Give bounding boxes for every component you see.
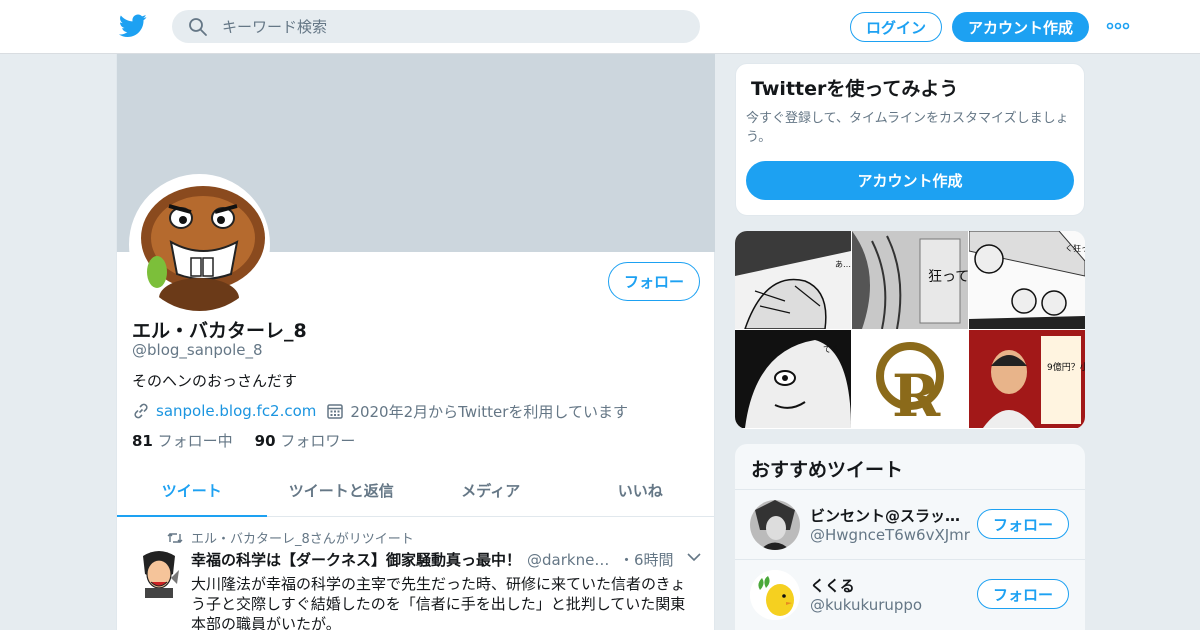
recommended-account[interactable]: ビンセント@スラッ… @HwgnceT6w6vXJmr フォロー <box>735 489 1085 558</box>
search-input[interactable] <box>222 10 682 43</box>
avatar-image <box>750 570 800 620</box>
link-icon <box>134 403 148 419</box>
top-navigation-bar: ログイン アカウント作成 <box>0 0 1200 54</box>
media-thumbnail[interactable]: R <box>852 330 968 428</box>
manga-caption: く狂ってる <box>1065 243 1085 253</box>
avatar-mascot-illustration <box>133 178 266 311</box>
profile-handle: @blog_sanpole_8 <box>132 341 263 359</box>
chevron-down-icon[interactable] <box>687 552 701 562</box>
retweet-indicator: エル・バカターレ_8さんがリツイート <box>167 528 414 547</box>
manga-panel-image: く狂ってる <box>969 231 1085 329</box>
tab-media[interactable]: メディア <box>416 465 566 516</box>
media-thumbnail[interactable]: てる <box>735 330 851 428</box>
tab-likes[interactable]: いいね <box>566 465 716 516</box>
r-emblem-logo: R <box>852 330 968 428</box>
tweet-item[interactable]: エル・バカターレ_8さんがリツイート 幸福の科学は【ダークネス】御家騒動真っ最中… <box>117 518 715 630</box>
retweet-icon <box>167 532 183 543</box>
media-thumbnail[interactable]: 9億円？小さい <box>969 330 1085 428</box>
following-link[interactable]: 81 フォロー中 <box>132 432 233 450</box>
tab-tweets-and-replies[interactable]: ツイートと返信 <box>267 465 417 516</box>
more-options-icon[interactable] <box>1106 20 1130 32</box>
manga-caption: てる <box>823 345 839 354</box>
signup-card-title: Twitterを使ってみよう <box>751 78 959 100</box>
recommended-name[interactable]: くくる <box>810 575 970 596</box>
following-label: フォロー中 <box>157 432 233 450</box>
photo-image: 9億円？小さい <box>969 330 1085 428</box>
followers-count: 90 <box>254 432 276 450</box>
media-thumbnail[interactable]: あ…ああ <box>735 231 851 329</box>
twitter-bird-icon[interactable] <box>119 13 147 39</box>
signup-button[interactable]: アカウント作成 <box>952 12 1089 42</box>
recommended-account[interactable]: くくる @kukukuruppo フォロー <box>735 559 1085 628</box>
follow-button[interactable]: フォロー <box>977 509 1069 539</box>
avatar-image <box>750 500 800 550</box>
tweet-author-avatar[interactable] <box>137 548 181 598</box>
media-thumbnail[interactable]: 狂ってる… <box>852 231 968 329</box>
signup-prompt-card: Twitterを使ってみよう 今すぐ登録して、タイムラインをカスタマイズしましょ… <box>735 63 1085 216</box>
recommended-name[interactable]: ビンセント@スラッ… <box>810 505 970 526</box>
follow-button[interactable]: フォロー <box>608 262 700 301</box>
recommended-avatar[interactable] <box>750 570 800 620</box>
tab-tweets[interactable]: ツイート <box>117 465 267 517</box>
manga-caption: あ…ああ <box>835 260 851 269</box>
login-button[interactable]: ログイン <box>850 12 942 42</box>
tweet-text: 大川隆法が幸福の科学の主宰で先生だった時、研修に来ていた信者のきょう子と交際しす… <box>191 575 686 630</box>
profile-meta: sanpole.blog.fc2.com 2020年2月からTwitterを利用… <box>132 401 628 421</box>
tweet-author-handle[interactable]: @darknes... <box>527 551 611 569</box>
signup-card-description: 今すぐ登録して、タイムラインをカスタマイズしましょう。 <box>746 111 1069 145</box>
photo-caption: 9億円？小さい <box>1047 361 1085 373</box>
signup-card-button[interactable]: アカウント作成 <box>746 161 1074 200</box>
followers-link[interactable]: 90 フォロワー <box>255 432 356 450</box>
recommended-title: おすすめツイート <box>751 459 904 481</box>
profile-website-link[interactable]: sanpole.blog.fc2.com <box>156 402 316 420</box>
tweet-header: 幸福の科学は【ダークネス】御家騒動真っ最中！ @darknes... ・6時間 <box>191 549 701 570</box>
search-icon <box>189 18 207 36</box>
profile-tabs: ツイート ツイートと返信 メディア いいね <box>117 465 715 517</box>
tweet-author-name[interactable]: 幸福の科学は【ダークネス】御家騒動真っ最中！ <box>191 549 521 570</box>
recommended-handle: @HwgnceT6w6vXJmr <box>810 526 970 544</box>
follow-button[interactable]: フォロー <box>977 579 1069 609</box>
retweet-note: エル・バカターレ_8さんがリツイート <box>191 532 414 547</box>
profile-column: フォロー エル・バカターレ_8 @blog_sanpole_8 そのヘンのおっさ… <box>116 54 715 630</box>
manga-panel-image: あ…ああ <box>735 231 851 329</box>
profile-avatar[interactable] <box>129 174 270 315</box>
followers-label: フォロワー <box>280 432 356 450</box>
search-box[interactable] <box>172 10 700 43</box>
profile-display-name: エル・バカターレ_8 <box>132 320 307 342</box>
manga-panel-image: てる <box>735 330 851 428</box>
recommended-avatar[interactable] <box>750 500 800 550</box>
manga-caption: 狂ってる… <box>928 269 968 285</box>
tweet-timestamp[interactable]: ・6時間 <box>619 549 674 570</box>
emblem-letter: R <box>892 362 941 428</box>
calendar-icon <box>327 404 344 419</box>
recommended-accounts-card: おすすめツイート ビンセント@スラッ… @HwgnceT6w6vXJmr フォロ… <box>735 444 1085 630</box>
follow-counts: 81 フォロー中 90 フォロワー <box>132 430 355 451</box>
media-thumbnail[interactable]: く狂ってる <box>969 231 1085 329</box>
recommended-handle: @kukukuruppo <box>810 596 923 614</box>
following-count: 81 <box>132 432 153 450</box>
media-thumbnail-grid: あ…ああ 狂ってる… く狂ってる てる <box>735 231 1085 429</box>
profile-joined-date: 2020年2月からTwitterを利用しています <box>350 402 628 421</box>
manga-panel-image: 狂ってる… <box>852 231 968 329</box>
profile-bio: そのヘンのおっさんだす <box>132 372 298 390</box>
